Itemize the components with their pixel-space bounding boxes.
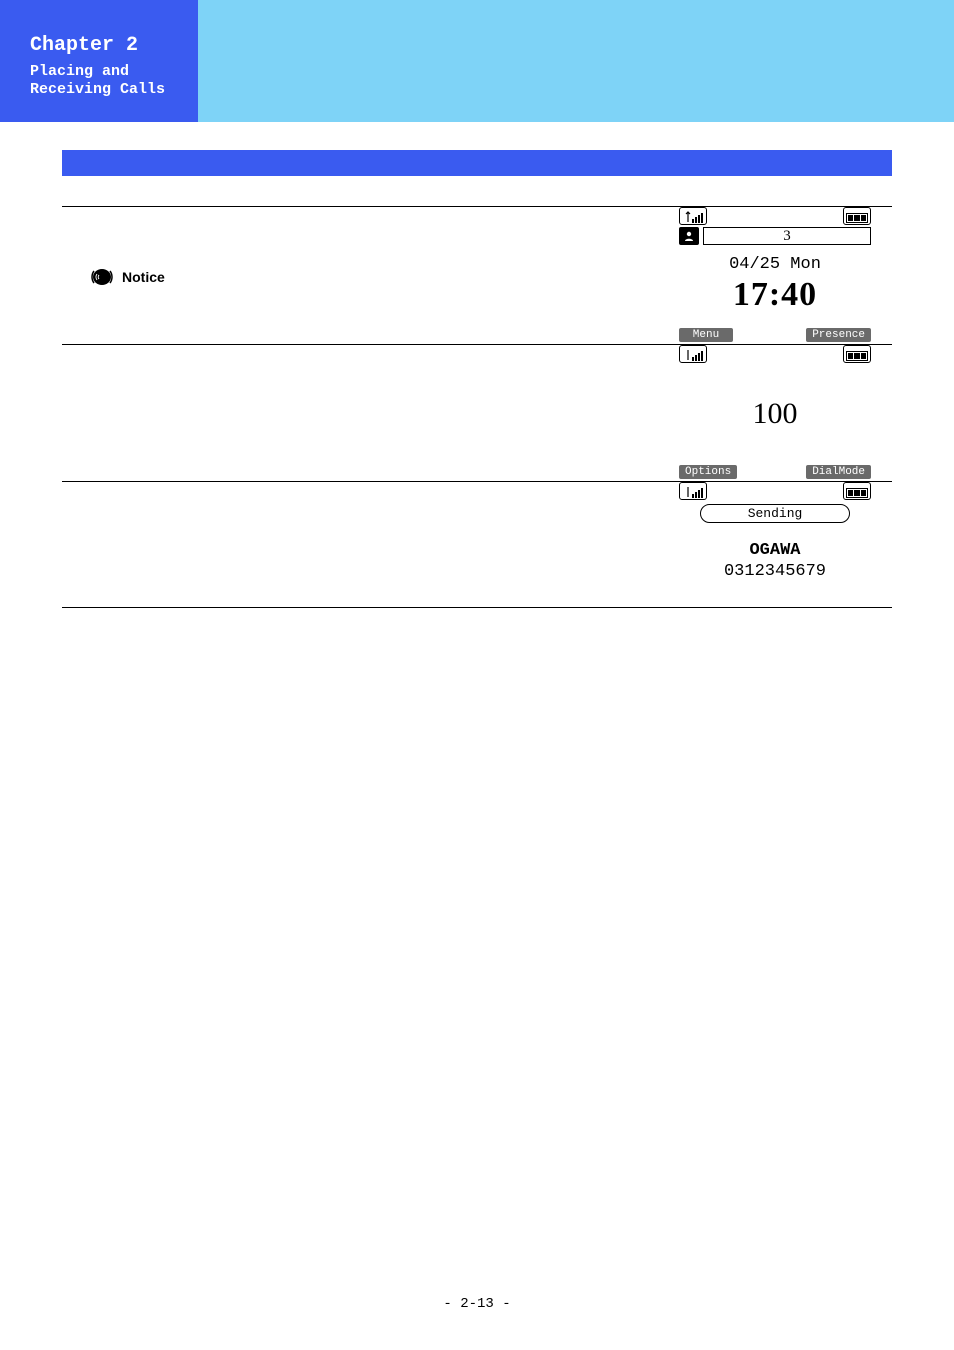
notice-line: Notice (90, 267, 658, 287)
table-row: Notice (62, 207, 892, 345)
chapter-title: Chapter 2 (30, 34, 180, 57)
page-body: Notice (0, 122, 954, 1350)
table-row: 100 Options DialMode (62, 345, 892, 482)
date-text: 04/25 Mon (677, 255, 873, 274)
softkey-dialmode[interactable]: DialMode (806, 465, 871, 479)
notification-count: 3 (703, 227, 871, 245)
phone-screen-dialing: 100 Options DialMode (677, 345, 873, 481)
chapter-subtitle-line2: Receiving Calls (30, 81, 180, 99)
description-cell (62, 345, 658, 482)
chapter-box: Chapter 2 Placing and Receiving Calls (0, 0, 198, 122)
description-cell: Notice (62, 207, 658, 345)
notice-label: Notice (122, 269, 165, 285)
description-cell (62, 482, 658, 608)
signal-icon (679, 345, 707, 363)
person-icon (679, 227, 699, 245)
battery-icon (843, 345, 871, 363)
top-band: Chapter 2 Placing and Receiving Calls (0, 0, 954, 122)
content-table: Notice (62, 206, 892, 608)
softkey-options[interactable]: Options (679, 465, 737, 479)
page-footer: - 2-13 - (0, 1296, 954, 1312)
softkey-presence[interactable]: Presence (806, 328, 871, 342)
battery-icon (843, 207, 871, 225)
phone-screen-home: 3 04/25 Mon 17:40 Menu Presence (677, 207, 873, 344)
dialed-number: 100 (677, 397, 873, 431)
screen-cell: 100 Options DialMode (658, 345, 892, 482)
phone-screen-sending: Sending OGAWA 0312345679 (677, 482, 873, 581)
battery-icon (843, 482, 871, 500)
contact-name: OGAWA (677, 541, 873, 560)
contact-number: 0312345679 (677, 562, 873, 581)
signal-icon (679, 482, 707, 500)
softkey-menu[interactable]: Menu (679, 328, 733, 342)
screen-cell: Sending OGAWA 0312345679 (658, 482, 892, 608)
table-row: Sending OGAWA 0312345679 (62, 482, 892, 608)
section-bar (62, 150, 892, 176)
signal-icon (679, 207, 707, 225)
chapter-subtitle-line1: Placing and (30, 63, 180, 81)
sending-status: Sending (700, 504, 850, 523)
notice-icon (90, 267, 114, 287)
time-text: 17:40 (677, 276, 873, 314)
screen-cell: 3 04/25 Mon 17:40 Menu Presence (658, 207, 892, 345)
